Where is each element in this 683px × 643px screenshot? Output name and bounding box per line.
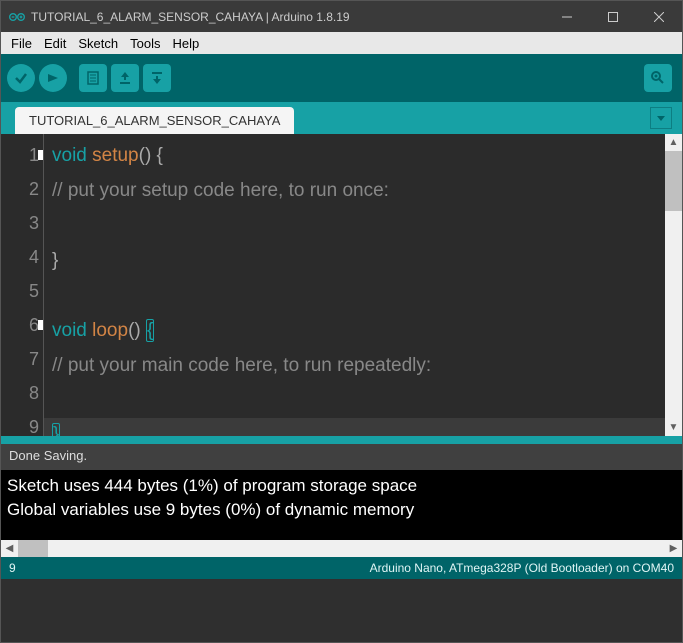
- line-number: 9: [1, 410, 39, 444]
- line-gutter: 1 2 3 4 5 6 7 8 9: [1, 134, 43, 436]
- line-number: 5: [1, 274, 39, 308]
- line-number: 7: [1, 342, 39, 376]
- code-line: }: [52, 250, 58, 271]
- console-horizontal-scrollbar[interactable]: ◀ ▶: [1, 540, 682, 557]
- menu-tools[interactable]: Tools: [124, 34, 166, 53]
- divider: [1, 436, 682, 444]
- code-line: // put your setup code here, to run once…: [52, 180, 389, 201]
- window-titlebar: TUTORIAL_6_ALARM_SENSOR_CAHAYA | Arduino…: [1, 1, 682, 32]
- cursor-line: 9: [9, 561, 16, 575]
- menubar: File Edit Sketch Tools Help: [1, 32, 682, 54]
- serial-monitor-button[interactable]: [644, 64, 672, 92]
- menu-sketch[interactable]: Sketch: [72, 34, 124, 53]
- new-button[interactable]: [79, 64, 107, 92]
- status-message: Done Saving.: [1, 444, 682, 470]
- code-line-current: }: [44, 418, 682, 436]
- maximize-button[interactable]: [590, 1, 636, 32]
- code-line: void loop() {: [52, 319, 154, 342]
- console-line: Sketch uses 444 bytes (1%) of program st…: [7, 474, 676, 498]
- scroll-thumb[interactable]: [18, 540, 48, 557]
- window-title: TUTORIAL_6_ALARM_SENSOR_CAHAYA | Arduino…: [31, 10, 544, 24]
- save-button[interactable]: [143, 64, 171, 92]
- board-info: Arduino Nano, ATmega328P (Old Bootloader…: [370, 561, 674, 575]
- code-line: void setup() {: [52, 145, 163, 166]
- console-line: Global variables use 9 bytes (0%) of dyn…: [7, 498, 676, 522]
- line-number: 4: [1, 240, 39, 274]
- line-number: 6: [1, 308, 39, 342]
- upload-button[interactable]: [39, 64, 67, 92]
- line-number: 2: [1, 172, 39, 206]
- close-button[interactable]: [636, 1, 682, 32]
- scroll-track[interactable]: [18, 540, 665, 557]
- footer-statusbar: 9 Arduino Nano, ATmega328P (Old Bootload…: [1, 557, 682, 579]
- sketch-tab[interactable]: TUTORIAL_6_ALARM_SENSOR_CAHAYA: [15, 107, 294, 134]
- arduino-app-icon: [9, 9, 25, 25]
- console-output[interactable]: Sketch uses 444 bytes (1%) of program st…: [1, 470, 682, 540]
- tabbar: TUTORIAL_6_ALARM_SENSOR_CAHAYA: [1, 102, 682, 134]
- line-number: 8: [1, 376, 39, 410]
- editor-vertical-scrollbar[interactable]: ▲ ▼: [665, 134, 682, 436]
- scroll-down-arrow[interactable]: ▼: [665, 419, 682, 436]
- code-area[interactable]: void setup() { // put your setup code he…: [43, 134, 682, 436]
- scroll-right-arrow[interactable]: ▶: [665, 543, 682, 554]
- open-button[interactable]: [111, 64, 139, 92]
- menu-file[interactable]: File: [5, 34, 38, 53]
- verify-button[interactable]: [7, 64, 35, 92]
- code-line: [52, 215, 57, 236]
- line-number: 3: [1, 206, 39, 240]
- scroll-up-arrow[interactable]: ▲: [665, 134, 682, 151]
- tab-menu-dropdown[interactable]: [650, 107, 672, 129]
- line-number: 1: [1, 138, 39, 172]
- code-editor[interactable]: 1 2 3 4 5 6 7 8 9 void setup() { // put …: [1, 134, 682, 436]
- code-line: // put your main code here, to run repea…: [52, 355, 431, 376]
- scroll-left-arrow[interactable]: ◀: [1, 543, 18, 554]
- code-line: [52, 390, 57, 411]
- code-line: [52, 285, 57, 306]
- menu-edit[interactable]: Edit: [38, 34, 72, 53]
- toolbar: [1, 54, 682, 102]
- menu-help[interactable]: Help: [166, 34, 205, 53]
- scroll-thumb[interactable]: [665, 151, 682, 211]
- minimize-button[interactable]: [544, 1, 590, 32]
